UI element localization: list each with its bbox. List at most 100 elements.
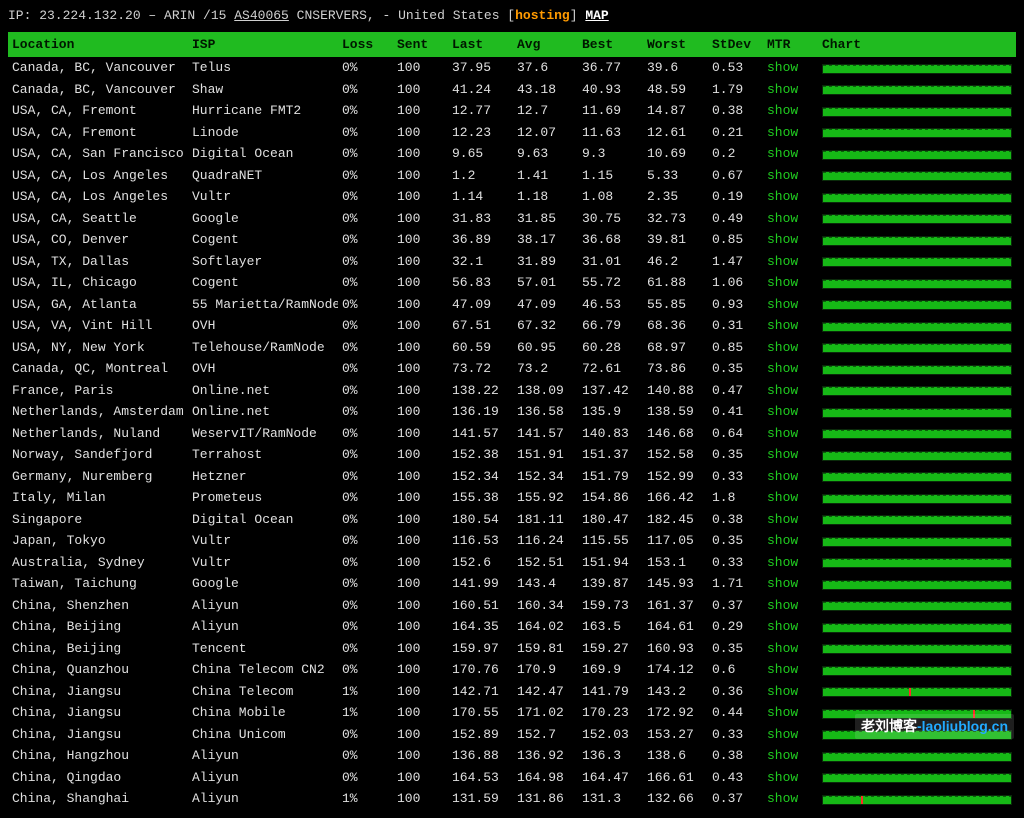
mtr-show-link[interactable]: show [763,272,818,294]
mtr-show-link[interactable]: show [763,358,818,380]
mtr-show-link[interactable]: show [763,681,818,703]
sparkline [822,322,1012,332]
table-row: Australia, SydneyVultr0%100152.6152.5115… [8,552,1016,574]
cell-avg: 164.02 [513,616,578,638]
mtr-show-link[interactable]: show [763,423,818,445]
mtr-show-link[interactable]: show [763,616,818,638]
cell-avg: 37.6 [513,57,578,79]
cell-isp: Aliyun [188,788,338,810]
cell-best: 72.61 [578,358,643,380]
mtr-show-link[interactable]: show [763,552,818,574]
mtr-show-link[interactable]: show [763,788,818,810]
mtr-show-link[interactable]: show [763,401,818,423]
cell-isp: Telehouse/RamNode [188,337,338,359]
cell-stdev: 0.38 [708,745,763,767]
sparkline [822,666,1012,676]
header-map-link[interactable]: MAP [585,8,608,23]
col-worst[interactable]: Worst [643,32,708,58]
col-sent[interactable]: Sent [393,32,448,58]
cell-best: 135.9 [578,401,643,423]
table-row: China, BeijingAliyun0%100164.35164.02163… [8,616,1016,638]
cell-stdev: 0.37 [708,595,763,617]
mtr-show-link[interactable]: show [763,638,818,660]
cell-sent: 100 [393,681,448,703]
cell-avg: 136.92 [513,745,578,767]
col-best[interactable]: Best [578,32,643,58]
mtr-show-link[interactable]: show [763,659,818,681]
cell-worst: 140.88 [643,380,708,402]
mtr-show-link[interactable]: show [763,315,818,337]
mtr-show-link[interactable]: show [763,724,818,746]
mtr-show-link[interactable]: show [763,767,818,789]
mtr-show-link[interactable]: show [763,100,818,122]
mtr-show-link[interactable]: show [763,487,818,509]
cell-best: 151.94 [578,552,643,574]
cell-last: 67.51 [448,315,513,337]
cell-worst: 182.45 [643,509,708,531]
cell-best: 180.47 [578,509,643,531]
cell-loss: 0% [338,100,393,122]
cell-sent: 100 [393,358,448,380]
mtr-show-link[interactable]: show [763,466,818,488]
sparkline [822,193,1012,203]
mtr-show-link[interactable]: show [763,573,818,595]
cell-location: USA, IL, Chicago [8,272,188,294]
cell-stdev: 0.64 [708,423,763,445]
col-location[interactable]: Location [8,32,188,58]
cell-last: 170.76 [448,659,513,681]
table-header-row: Location ISP Loss Sent Last Avg Best Wor… [8,32,1016,58]
col-chart[interactable]: Chart [818,32,1016,58]
header-as-suffix: CNSERVERS, - United States [ [297,8,515,23]
mtr-show-link[interactable]: show [763,251,818,273]
cell-chart [818,681,1016,703]
cell-last: 12.23 [448,122,513,144]
cell-chart [818,315,1016,337]
cell-best: 66.79 [578,315,643,337]
mtr-show-link[interactable]: show [763,165,818,187]
sparkline [822,537,1012,547]
col-isp[interactable]: ISP [188,32,338,58]
mtr-show-link[interactable]: show [763,122,818,144]
mtr-show-link[interactable]: show [763,143,818,165]
cell-best: 1.15 [578,165,643,187]
mtr-show-link[interactable]: show [763,380,818,402]
cell-worst: 55.85 [643,294,708,316]
col-loss[interactable]: Loss [338,32,393,58]
mtr-show-link[interactable]: show [763,79,818,101]
sparkline [822,472,1012,482]
cell-loss: 0% [338,337,393,359]
cell-location: USA, CA, Seattle [8,208,188,230]
cell-worst: 166.42 [643,487,708,509]
cell-chart [818,595,1016,617]
mtr-show-link[interactable]: show [763,229,818,251]
sparkline [822,214,1012,224]
mtr-show-link[interactable]: show [763,745,818,767]
col-avg[interactable]: Avg [513,32,578,58]
cell-loss: 1% [338,702,393,724]
cell-location: China, Qingdao [8,767,188,789]
col-mtr[interactable]: MTR [763,32,818,58]
cell-location: Canada, QC, Montreal [8,358,188,380]
mtr-show-link[interactable]: show [763,509,818,531]
cell-avg: 1.18 [513,186,578,208]
cell-loss: 1% [338,788,393,810]
cell-avg: 31.89 [513,251,578,273]
sparkline [822,558,1012,568]
cell-stdev: 0.53 [708,57,763,79]
cell-stdev: 0.33 [708,724,763,746]
col-last[interactable]: Last [448,32,513,58]
mtr-show-link[interactable]: show [763,702,818,724]
mtr-show-link[interactable]: show [763,595,818,617]
sparkline [822,279,1012,289]
cell-stdev: 1.71 [708,573,763,595]
mtr-show-link[interactable]: show [763,208,818,230]
mtr-show-link[interactable]: show [763,57,818,79]
col-stdev[interactable]: StDev [708,32,763,58]
header-as-link[interactable]: AS40065 [234,8,289,23]
cell-worst: 152.99 [643,466,708,488]
mtr-show-link[interactable]: show [763,186,818,208]
mtr-show-link[interactable]: show [763,530,818,552]
mtr-show-link[interactable]: show [763,294,818,316]
mtr-show-link[interactable]: show [763,444,818,466]
mtr-show-link[interactable]: show [763,337,818,359]
